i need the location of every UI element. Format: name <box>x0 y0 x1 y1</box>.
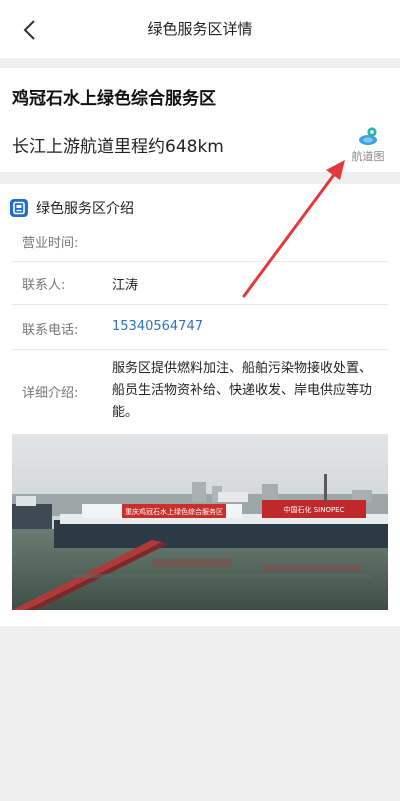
contact-value: 江涛 <box>112 278 139 293</box>
section-header: 绿色服务区介绍 <box>10 198 134 218</box>
info-row-phone: 联系电话: 15340564747 <box>12 305 388 350</box>
page-title: 绿色服务区详情 <box>147 20 253 38</box>
info-row-description: 详细介绍: 服务区提供燃料加注、船舶污染物接收处置、船员生活物资补给、快递收发、… <box>12 350 388 434</box>
photo-banner-text: 重庆鸡冠石水上绿色综合服务区 <box>125 507 223 516</box>
contact-label: 联系人: <box>22 278 66 293</box>
channel-map-label: 航道图 <box>351 150 385 163</box>
intro-card: 绿色服务区介绍 营业时间: 联系人: 江涛 联系电话: 15340564747 … <box>0 184 400 626</box>
description-label: 详细介绍: <box>22 386 79 401</box>
info-row-hours: 营业时间: <box>12 222 388 262</box>
phone-link[interactable]: 15340564747 <box>112 319 203 334</box>
hours-label: 营业时间: <box>22 236 79 251</box>
photo-sinopec-text: 中国石化 SINOPEC <box>283 505 344 514</box>
channel-map-button[interactable]: 航道图 <box>346 126 390 166</box>
station-name: 鸡冠石水上绿色综合服务区 <box>12 89 216 109</box>
service-area-icon <box>10 199 28 217</box>
station-card: 鸡冠石水上绿色综合服务区 长江上游航道里程约648km 航道图 <box>0 68 400 172</box>
info-row-contact: 联系人: 江涛 <box>12 262 388 305</box>
service-area-photo: 重庆鸡冠石水上绿色综合服务区 中国石化 SINOPEC <box>12 434 388 610</box>
section-title: 绿色服务区介绍 <box>36 201 134 217</box>
map-pin-icon <box>359 127 377 145</box>
nav-bar: 绿色服务区详情 <box>0 0 400 58</box>
phone-label: 联系电话: <box>22 323 79 338</box>
description-value: 服务区提供燃料加注、船舶污染物接收处置、船员生活物资补给、快递收发、岸电供应等功… <box>112 361 373 420</box>
mileage-text: 长江上游航道里程约648km <box>12 137 224 157</box>
